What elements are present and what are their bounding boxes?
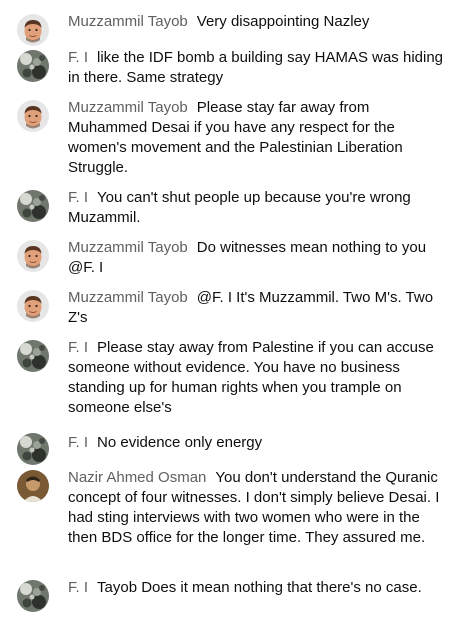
cat-photo-avatar[interactable] <box>17 340 49 372</box>
comment-author[interactable]: Nazir Ahmed Osman <box>68 469 206 486</box>
comment-author[interactable]: Muzzammil Tayob <box>68 99 188 116</box>
comment-author[interactable]: F. I <box>68 339 88 356</box>
cat-photo-avatar[interactable] <box>17 190 49 222</box>
comment-author[interactable]: Muzzammil Tayob <box>68 289 188 306</box>
person-photo-avatar[interactable] <box>17 470 49 502</box>
comment-message: Tayob Does it mean nothing that there's … <box>97 579 422 596</box>
cat-photo-avatar[interactable] <box>17 50 49 82</box>
comment-author[interactable]: Muzzammil Tayob <box>68 13 188 30</box>
cat-photo-avatar[interactable] <box>17 433 49 465</box>
comment-message: No evidence only energy <box>97 434 263 451</box>
comment-author[interactable]: Muzzammil Tayob <box>68 239 188 256</box>
comment-message: like the IDF bomb a building say HAMAS w… <box>68 49 444 86</box>
memoji-avatar[interactable] <box>17 100 49 132</box>
memoji-avatar[interactable] <box>17 14 49 46</box>
comment-message: Very disappointing Nazley <box>196 13 370 30</box>
comment-author[interactable]: F. I <box>68 189 88 206</box>
comment-message: You can't shut people up because you're … <box>68 189 411 226</box>
memoji-avatar[interactable] <box>17 240 49 272</box>
comment-author[interactable]: F. I <box>68 49 88 66</box>
memoji-avatar[interactable] <box>17 290 49 322</box>
cat-photo-avatar[interactable] <box>17 580 49 612</box>
comment-author[interactable]: F. I <box>68 434 88 451</box>
comment-message: Please stay away from Palestine if you c… <box>68 339 434 416</box>
comment-author[interactable]: F. I <box>68 579 88 596</box>
